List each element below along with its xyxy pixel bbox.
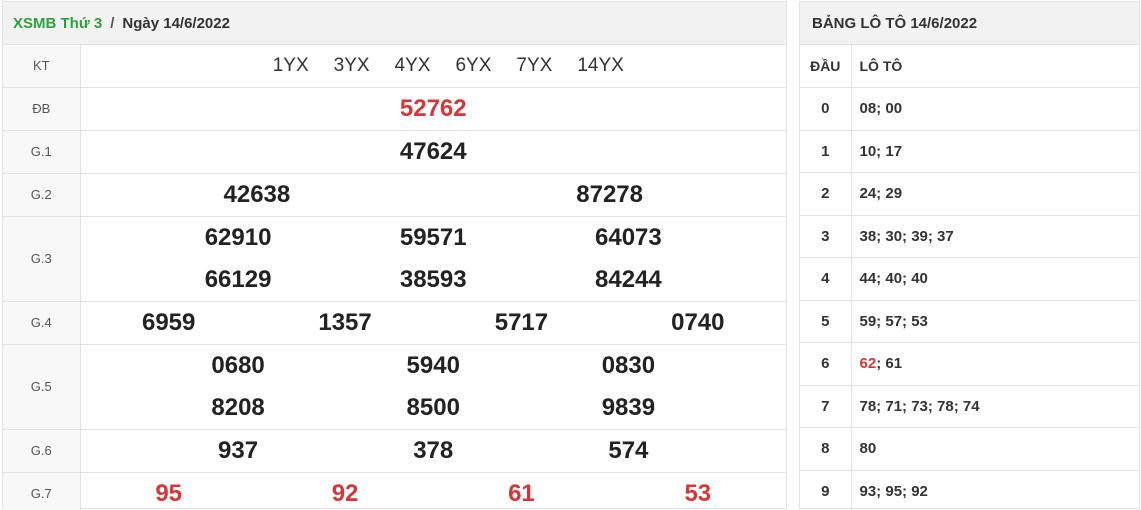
results-table: KT 1YX 3YX 4YX 6YX 7YX 14YX ĐB 52762 G.1… bbox=[3, 45, 786, 510]
prize-number: 378 bbox=[413, 436, 454, 464]
dau-cell: 8 bbox=[800, 427, 852, 471]
loto-row: 3 38; 30; 39; 37 bbox=[800, 215, 1139, 258]
loto-cell: 93; 95; 92 bbox=[851, 470, 1139, 510]
draw-date: Ngày 14/6/2022 bbox=[122, 14, 230, 32]
prize-number: 0740 bbox=[671, 308, 725, 336]
results-panel: XSMB Thứ 3 / Ngày 14/6/2022 KT 1YX 3YX 4… bbox=[2, 1, 787, 510]
prize-row-db: ĐB 52762 bbox=[3, 87, 786, 131]
dau-cell: 4 bbox=[800, 257, 852, 301]
loto-row: 4 44; 40; 40 bbox=[800, 257, 1139, 301]
kt-label: KT bbox=[3, 45, 81, 88]
prize-number: 0680 bbox=[211, 351, 265, 379]
prize-number: 0830 bbox=[601, 351, 656, 379]
dau-cell: 7 bbox=[800, 385, 852, 428]
prize-number: 574 bbox=[608, 436, 649, 464]
loto-row: 9 93; 95; 92 bbox=[800, 470, 1139, 510]
prize-number: 1357 bbox=[318, 308, 372, 336]
prize-label: ĐB bbox=[3, 87, 81, 131]
loto-cell: 08; 00 bbox=[851, 87, 1139, 131]
loto-row: 1 10; 17 bbox=[800, 130, 1139, 173]
breadcrumb-separator: / bbox=[110, 14, 115, 32]
prize-label: G.5 bbox=[3, 344, 81, 430]
prize-row-g7: G.7 95 92 61 53 bbox=[3, 472, 786, 510]
loto-row: 8 80 bbox=[800, 427, 1139, 471]
loto-header-row: ĐẦU LÔ TÔ bbox=[800, 45, 1139, 88]
loto-cell: 44; 40; 40 bbox=[851, 257, 1139, 301]
loto-cell: 78; 71; 73; 78; 74 bbox=[851, 385, 1139, 428]
prize-number: 95 bbox=[155, 479, 183, 507]
results-header: XSMB Thứ 3 / Ngày 14/6/2022 bbox=[3, 2, 786, 45]
prize-row-g2: G.2 42638 87278 bbox=[3, 173, 786, 217]
head-loto: LÔ TÔ bbox=[851, 45, 1139, 88]
special-prize-number: 52762 bbox=[399, 94, 467, 122]
prize-number: 84244 bbox=[595, 265, 662, 293]
xsmb-day-link[interactable]: XSMB Thứ 3 bbox=[13, 15, 102, 32]
prize-number: 92 bbox=[331, 479, 359, 507]
prize-number: 62910 bbox=[204, 223, 272, 251]
prize-label: G.4 bbox=[3, 301, 81, 345]
kt-row: KT 1YX 3YX 4YX 6YX 7YX 14YX bbox=[3, 45, 787, 88]
prize-number: 38593 bbox=[399, 265, 467, 293]
loto-row: 2 24; 29 bbox=[800, 172, 1139, 216]
prize-label: G.2 bbox=[3, 173, 81, 217]
loto-title: BẢNG LÔ TÔ 14/6/2022 bbox=[800, 2, 1139, 45]
special-loto-number: 62 bbox=[859, 355, 877, 373]
prize-label: G.7 bbox=[3, 472, 81, 510]
prize-number: 87278 bbox=[576, 180, 643, 208]
prize-number: 937 bbox=[218, 436, 259, 464]
prize-number: 5717 bbox=[494, 308, 549, 336]
loto-row: 6 62; 61 bbox=[800, 342, 1139, 386]
prize-row-g1: G.1 47624 bbox=[3, 130, 786, 174]
kt-code: 14YX bbox=[577, 54, 624, 76]
loto-table: ĐẦU LÔ TÔ 0 08; 00 1 10; 17 2 24; 29 3 3… bbox=[800, 45, 1139, 510]
prize-number: 8208 bbox=[211, 393, 265, 421]
loto-row: 0 08; 00 bbox=[800, 87, 1139, 131]
prize-row-g6: G.6 937 378 574 bbox=[3, 429, 786, 473]
kt-code: 3YX bbox=[333, 54, 370, 76]
prize-number: 53 bbox=[684, 479, 712, 507]
kt-code: 1YX bbox=[272, 54, 309, 76]
loto-cell: 59; 57; 53 bbox=[851, 300, 1139, 343]
loto-cell: 62; 61 bbox=[851, 342, 1139, 386]
prize-number: 64073 bbox=[595, 223, 662, 251]
loto-cell: 80 bbox=[851, 427, 1139, 471]
prize-number: 66129 bbox=[204, 265, 272, 293]
loto-row: 7 78; 71; 73; 78; 74 bbox=[800, 385, 1139, 428]
loto-cell: 10; 17 bbox=[851, 130, 1139, 173]
prize-label: G.3 bbox=[3, 216, 81, 302]
prize-number: 61 bbox=[508, 479, 535, 507]
kt-code: 4YX bbox=[394, 54, 431, 76]
dau-cell: 6 bbox=[800, 342, 852, 386]
dau-cell: 2 bbox=[800, 172, 852, 216]
prize-label: G.6 bbox=[3, 429, 81, 473]
head-dau: ĐẦU bbox=[800, 45, 852, 88]
dau-cell: 0 bbox=[800, 87, 852, 131]
loto-panel: BẢNG LÔ TÔ 14/6/2022 ĐẦU LÔ TÔ 0 08; 00 … bbox=[799, 1, 1140, 510]
kt-code: 7YX bbox=[516, 54, 553, 76]
prize-number: 59571 bbox=[399, 223, 467, 251]
prize-row-g3: G.3 62910 59571 64073 66129 38593 84244 bbox=[3, 216, 786, 302]
prize-number: 6959 bbox=[141, 308, 196, 336]
kt-codes: 1YX 3YX 4YX 6YX 7YX 14YX bbox=[81, 55, 787, 77]
loto-cell: 24; 29 bbox=[851, 172, 1139, 216]
prize-number: 47624 bbox=[399, 137, 467, 165]
loto-cell: 38; 30; 39; 37 bbox=[851, 215, 1139, 258]
prize-number: 5940 bbox=[406, 351, 460, 379]
prize-number: 9839 bbox=[601, 393, 656, 421]
prize-number: 8500 bbox=[406, 393, 460, 421]
prize-row-g4: G.4 6959 1357 5717 0740 bbox=[3, 301, 786, 345]
prize-label: G.1 bbox=[3, 130, 81, 174]
prize-row-g5: G.5 0680 5940 0830 8208 8500 9839 bbox=[3, 344, 786, 430]
dau-cell: 1 bbox=[800, 130, 852, 173]
loto-row: 5 59; 57; 53 bbox=[800, 300, 1139, 343]
loto-rest: ; 61 bbox=[876, 355, 903, 373]
dau-cell: 3 bbox=[800, 215, 852, 258]
kt-code: 6YX bbox=[455, 54, 492, 76]
dau-cell: 9 bbox=[800, 470, 852, 510]
prize-number: 42638 bbox=[223, 180, 291, 208]
dau-cell: 5 bbox=[800, 300, 852, 343]
